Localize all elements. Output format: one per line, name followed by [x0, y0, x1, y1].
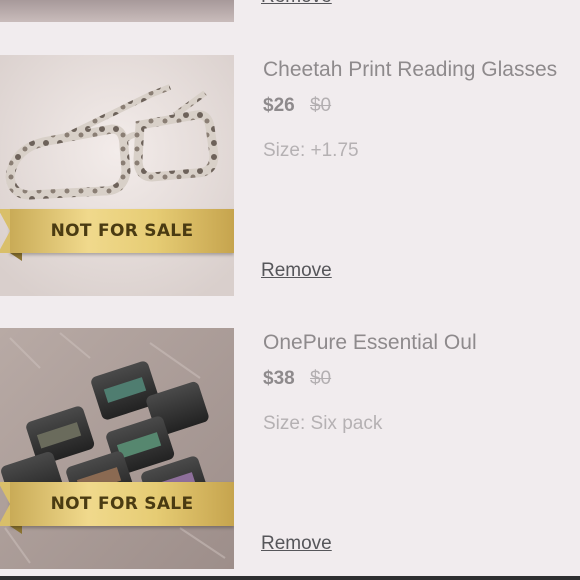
- previous-item-thumbnail[interactable]: [0, 0, 234, 22]
- ribbon-label: NOT FOR SALE: [50, 221, 194, 241]
- essential-oils-photo: [0, 328, 234, 569]
- bottom-edge-bar: [0, 576, 580, 580]
- not-for-sale-ribbon: NOT FOR SALE: [0, 482, 234, 526]
- item-original-price: $0: [309, 95, 332, 116]
- item-thumbnail[interactable]: NOT FOR SALE: [0, 328, 234, 569]
- item-size: Size: +1.75: [263, 140, 359, 161]
- item-size: Size: Six pack: [263, 413, 383, 434]
- glasses-photo: [0, 55, 234, 296]
- ribbon-label: NOT FOR SALE: [50, 494, 194, 514]
- cart-item: NOT FOR SALE Cheetah Print Reading Glass…: [0, 55, 580, 296]
- item-price: $38: [263, 368, 295, 389]
- item-original-price: $0: [309, 368, 332, 389]
- not-for-sale-ribbon: NOT FOR SALE: [0, 209, 234, 253]
- remove-link[interactable]: Remove: [261, 260, 332, 282]
- item-title[interactable]: Cheetah Print Reading Glasses: [263, 58, 557, 82]
- item-price-row: $38 $0: [263, 368, 331, 390]
- remove-link[interactable]: Remove: [261, 533, 332, 555]
- item-price: $26: [263, 95, 295, 116]
- item-title[interactable]: OnePure Essential Oul: [263, 331, 477, 355]
- item-price-row: $26 $0: [263, 95, 331, 117]
- cart-item: NOT FOR SALE OnePure Essential Oul $38 $…: [0, 328, 580, 569]
- item-thumbnail[interactable]: NOT FOR SALE: [0, 55, 234, 296]
- previous-item-remove-link[interactable]: Remove: [261, 0, 332, 8]
